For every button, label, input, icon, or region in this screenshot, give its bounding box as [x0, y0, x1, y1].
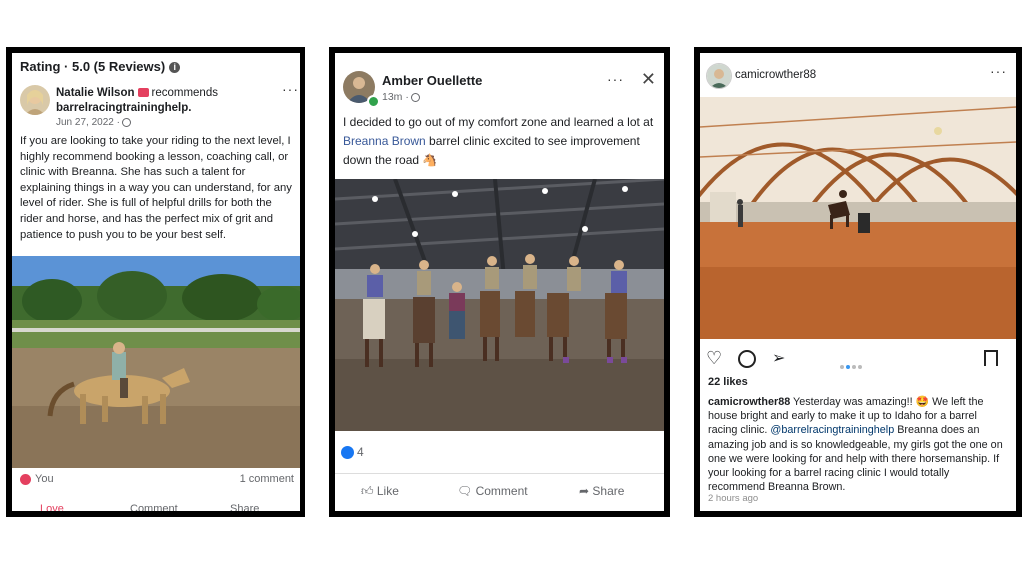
share-icon: ➦ [579, 484, 593, 498]
post-photo[interactable] [700, 97, 1016, 339]
carousel-dots [840, 356, 862, 374]
like-count[interactable]: 4 [341, 445, 364, 460]
comment-count[interactable]: 1 comment [240, 473, 294, 485]
caption-username[interactable]: camicrowther88 [708, 396, 790, 408]
facebook-post-panel: Amber Ouellette 13m · ··· ✕ I decided to… [329, 47, 670, 517]
facebook-post: Amber Ouellette 13m · ··· ✕ I decided to… [335, 53, 664, 511]
smile-emoji-icon: 🤩 [915, 396, 930, 408]
post-text: I decided to go out of my comfort zone a… [343, 115, 654, 167]
bookmark-icon[interactable] [984, 350, 998, 366]
like-reaction-icon [341, 446, 354, 460]
post-action-bar: ♡ ➢ [700, 348, 1016, 372]
comment-button[interactable]: 🗨 Comment [457, 484, 528, 498]
post-time: 13m · [382, 91, 420, 103]
more-options-icon[interactable]: ··· [607, 71, 624, 87]
caption: camicrowther88 Yesterday was amazing!! 🤩… [708, 396, 1003, 494]
send-icon[interactable]: ➢ [772, 348, 785, 368]
share-button[interactable]: Share [230, 503, 259, 511]
avatar[interactable] [20, 85, 50, 115]
post-photo[interactable] [335, 179, 664, 431]
instagram-post-panel: camicrowther88 ··· ♡ ➢ 22 likes camicrow… [694, 47, 1022, 517]
close-icon[interactable]: ✕ [641, 69, 656, 90]
avatar[interactable] [706, 63, 732, 89]
reactions-summary: You 1 comment [20, 473, 294, 485]
username[interactable]: camicrowther88 [735, 69, 816, 81]
like-count[interactable]: 22 likes [708, 376, 748, 388]
review-card: Rating · 5.0 (5 Reviews) i Natalie Wilson… [12, 53, 300, 511]
instagram-post: camicrowther88 ··· ♡ ➢ 22 likes camicrow… [700, 53, 1016, 511]
like-button[interactable]: 👍︎ Like [361, 484, 399, 499]
horse-emoji-icon: 🐴 [422, 153, 438, 167]
globe-icon [121, 117, 131, 127]
mention-link[interactable]: Breanna Brown [343, 134, 426, 148]
post-actions: 👍︎ Like 🗨 Comment ➦ Share [335, 473, 664, 508]
comment-button[interactable]: Comment [130, 503, 178, 511]
love-button[interactable]: Love [40, 503, 64, 511]
share-button[interactable]: ➦ Share [579, 484, 624, 498]
page-name[interactable]: barrelracingtraininghelp. [56, 102, 191, 114]
globe-icon [410, 92, 420, 102]
more-options-icon[interactable]: ··· [990, 63, 1007, 79]
online-status-dot [367, 95, 380, 108]
thumbs-up-icon: 👍︎ [361, 484, 377, 498]
review-text: If you are looking to take your riding t… [20, 135, 292, 241]
more-options-icon[interactable]: ··· [282, 81, 299, 97]
post-date: Jun 27, 2022 · [56, 117, 131, 128]
love-reaction-icon [20, 473, 31, 485]
comment-icon: 🗨 [457, 484, 476, 498]
review-panel: Rating · 5.0 (5 Reviews) i Natalie Wilson… [6, 47, 305, 517]
comment-icon[interactable] [738, 350, 756, 368]
review-author-line: Natalie Wilson recommends [56, 87, 218, 99]
recommend-icon [137, 88, 149, 98]
heart-icon[interactable]: ♡ [706, 348, 722, 369]
post-time: 2 hours ago [708, 493, 759, 504]
author-name[interactable]: Natalie Wilson [56, 87, 135, 99]
rating-header: Rating · 5.0 (5 Reviews) i [20, 59, 181, 74]
post-photo[interactable] [12, 256, 300, 468]
info-icon[interactable]: i [169, 62, 181, 74]
mention-link[interactable]: @barrelracingtraininghelp [770, 424, 894, 436]
author-name[interactable]: Amber Ouellette [382, 73, 482, 88]
